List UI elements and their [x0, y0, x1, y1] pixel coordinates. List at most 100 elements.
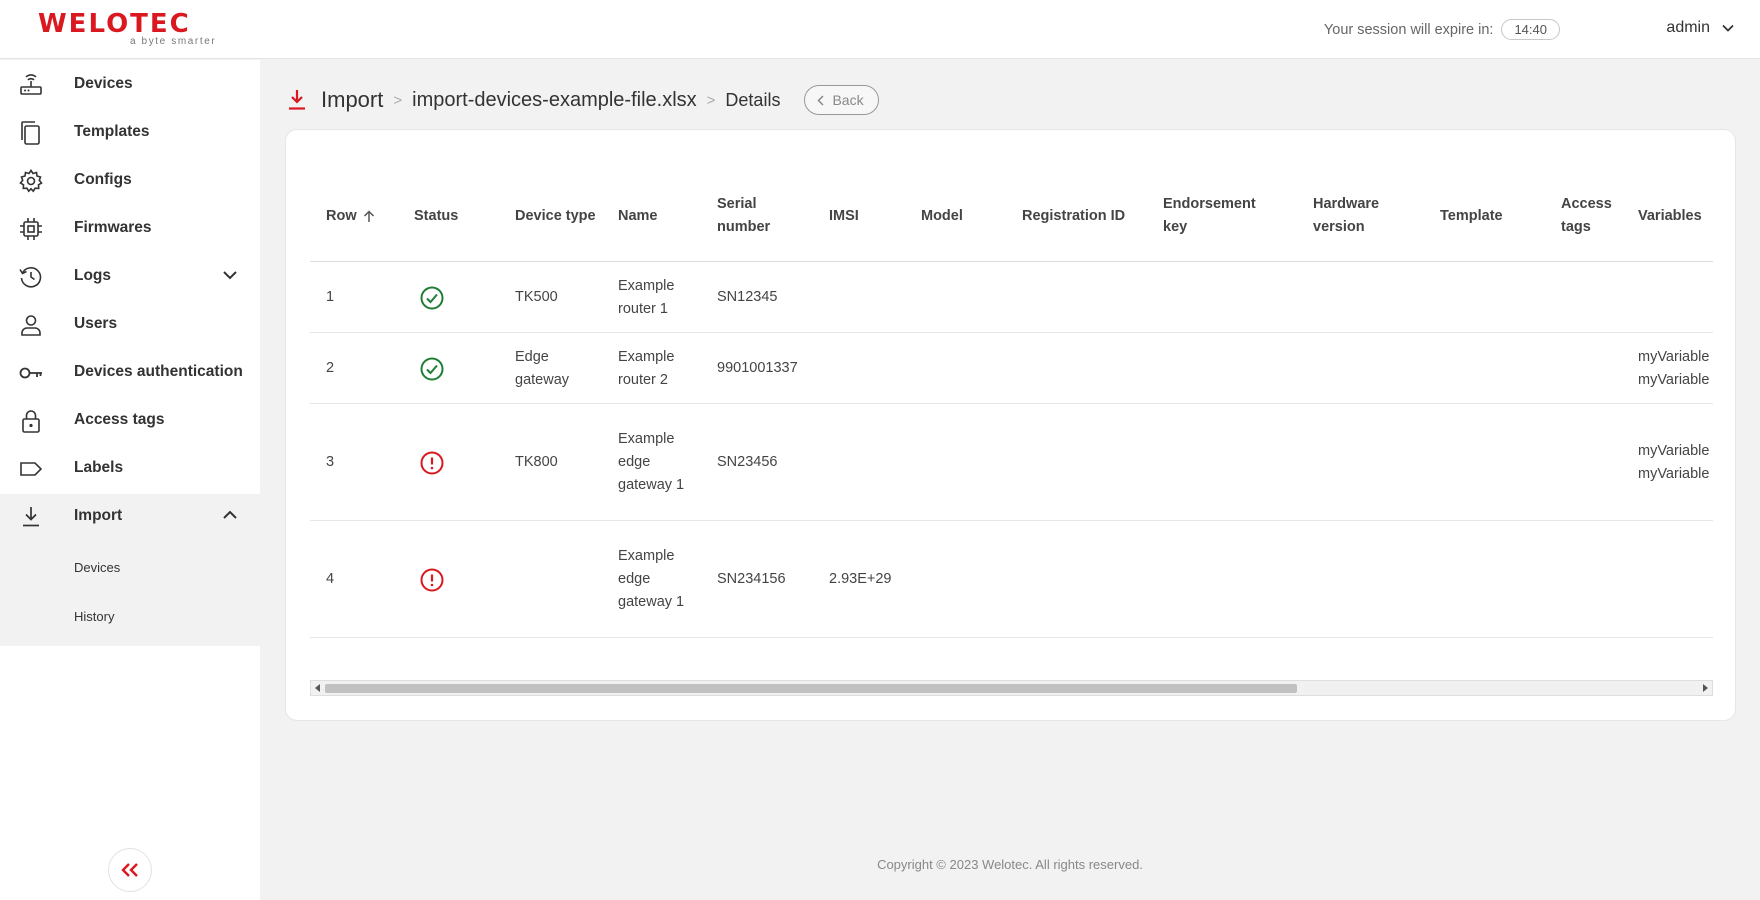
- cell-serial-number: SN23456: [717, 454, 778, 470]
- cell-serial-number: SN234156: [717, 571, 786, 587]
- breadcrumb-separator: >: [393, 91, 403, 109]
- sidebar-item-access-tags[interactable]: Access tags: [0, 396, 260, 444]
- sidebar-item-logs[interactable]: Logs: [0, 252, 260, 300]
- lock-icon: [22, 410, 40, 433]
- alert-circle-icon: [420, 451, 444, 474]
- label-icon: [20, 462, 43, 476]
- cell-row-number: 2: [326, 360, 335, 376]
- breadcrumb-import[interactable]: Import: [321, 87, 383, 113]
- cell-device-type: TK500: [515, 289, 558, 305]
- column-header-model[interactable]: Model: [921, 170, 1001, 262]
- cell-name: Example edge gateway 1: [618, 431, 685, 493]
- chevron-up-icon: [223, 510, 237, 519]
- session-expiry-label: Your session will expire in:: [1323, 21, 1494, 38]
- sidebar-item-devices-authentication[interactable]: Devices authentication: [0, 348, 260, 396]
- welotec-logo[interactable]: WELOTEC a byte smarter: [38, 10, 228, 50]
- collapse-sidebar-button[interactable]: [108, 848, 152, 892]
- sidebar-item-devices[interactable]: Devices: [0, 60, 260, 108]
- column-header-device-type[interactable]: Device type: [515, 170, 605, 262]
- cell-name: Example router 1: [618, 277, 675, 317]
- cell-serial-number: SN12345: [717, 289, 778, 305]
- sidebar-item-users[interactable]: Users: [0, 300, 260, 348]
- sidebar-item-label: Firmwares: [74, 219, 152, 236]
- session-timer-badge: 14:40: [1501, 19, 1560, 40]
- table-row[interactable]: 2 Edge gateway Example router 2 99010013…: [310, 333, 1713, 404]
- column-header-name[interactable]: Name: [618, 170, 708, 262]
- sidebar: Devices Templates Configs Firmwares Logs…: [0, 60, 260, 900]
- footer-copyright: Copyright © 2023 Welotec. All rights res…: [877, 857, 1143, 872]
- horizontal-scrollbar[interactable]: [310, 680, 1713, 696]
- download-icon: [289, 90, 305, 110]
- cell-row-number: 3: [326, 454, 335, 470]
- back-button[interactable]: Back: [804, 85, 879, 115]
- variable-name: myVariable: [1638, 465, 1710, 482]
- scroll-left-arrow[interactable]: [315, 684, 320, 692]
- chevron-down-icon: [1722, 24, 1734, 32]
- column-header-registration-id[interactable]: Registration ID: [1022, 170, 1132, 262]
- variable-name: myVariable: [1638, 348, 1710, 365]
- sidebar-item-label: Devices authentication: [74, 363, 243, 380]
- logo-wordmark: WELOTEC: [38, 9, 191, 39]
- sidebar-item-firmwares[interactable]: Firmwares: [0, 204, 260, 252]
- check-circle-icon: [420, 357, 444, 380]
- sidebar-item-label: Templates: [74, 123, 150, 140]
- cell-name: Example edge gateway 1: [618, 548, 685, 610]
- sidebar-item-label: Logs: [74, 267, 112, 284]
- column-header-endorsement-key[interactable]: Endorsement key: [1163, 170, 1283, 262]
- sidebar-subitem-import-devices[interactable]: Devices: [74, 560, 120, 575]
- table-row[interactable]: 3 TK800 Example edge gateway 1 SN23456 m…: [310, 404, 1713, 521]
- column-header-serial-number[interactable]: Serial number: [717, 170, 807, 262]
- sidebar-item-label: Devices: [74, 75, 133, 92]
- column-header-status[interactable]: Status: [414, 170, 504, 262]
- sidebar-item-templates[interactable]: Templates: [0, 108, 260, 156]
- cell-name: Example router 2: [618, 348, 675, 388]
- logo-tagline: a byte smarter: [130, 36, 217, 47]
- top-header: WELOTEC a byte smarter Your session will…: [0, 0, 1760, 59]
- cell-serial-number: 9901001337: [717, 360, 798, 376]
- cell-device-type: TK800: [515, 454, 558, 470]
- back-button-label: Back: [832, 92, 864, 108]
- column-header-imsi[interactable]: IMSI: [829, 170, 909, 262]
- sidebar-item-label: Import: [74, 507, 123, 524]
- sidebar-item-configs[interactable]: Configs: [0, 156, 260, 204]
- cell-row-number: 4: [326, 571, 335, 587]
- user-menu[interactable]: admin: [1666, 19, 1734, 37]
- breadcrumb-separator: >: [706, 91, 716, 109]
- column-header-row[interactable]: Row: [326, 170, 406, 262]
- column-header-hardware-version[interactable]: Hardware version: [1313, 170, 1413, 262]
- table-row[interactable]: 1 TK500 Example router 1 SN12345: [310, 262, 1713, 333]
- gear-icon: [19, 169, 43, 193]
- column-header-variables[interactable]: Variables: [1638, 170, 1713, 262]
- import-details-card: Row Status Device type Name Serial numbe…: [285, 129, 1736, 721]
- cell-row-number: 1: [326, 289, 335, 305]
- sidebar-item-label: Users: [74, 315, 118, 332]
- scroll-right-arrow[interactable]: [1703, 684, 1708, 692]
- router-icon: [20, 74, 42, 95]
- scrollbar-thumb[interactable]: [325, 684, 1297, 693]
- column-header-template[interactable]: Template: [1440, 170, 1540, 262]
- cell-status: [420, 404, 444, 521]
- sort-ascending-icon: [363, 209, 374, 222]
- cell-status: [420, 262, 444, 333]
- breadcrumb-file[interactable]: import-devices-example-file.xlsx: [412, 89, 697, 112]
- user-name: admin: [1666, 19, 1710, 36]
- alert-circle-icon: [420, 568, 444, 591]
- cell-device-type: Edge gateway: [515, 348, 570, 388]
- sidebar-item-label: Access tags: [74, 411, 165, 428]
- cell-imsi: 2.93E+29: [829, 571, 892, 587]
- sidebar-item-label: Configs: [74, 171, 132, 188]
- variable-name: myVariable: [1638, 371, 1710, 388]
- import-details-table: Row Status Device type Name Serial numbe…: [310, 170, 1713, 694]
- history-icon: [19, 267, 42, 288]
- double-chevron-left-icon: [121, 863, 138, 877]
- column-header-access-tags[interactable]: Access tags: [1561, 170, 1621, 262]
- sidebar-item-label: Labels: [74, 459, 124, 476]
- sidebar-item-labels[interactable]: Labels: [0, 444, 260, 492]
- key-icon: [19, 367, 42, 379]
- table-header: Row Status Device type Name Serial numbe…: [310, 170, 1713, 262]
- session-expiry: Your session will expire in: 14:40: [1324, 19, 1560, 40]
- table-row[interactable]: 4 Example edge gateway 1 SN234156 2.93E+…: [310, 521, 1713, 638]
- sidebar-item-import[interactable]: Import: [0, 492, 260, 540]
- sidebar-subitem-import-history[interactable]: History: [74, 609, 114, 624]
- check-circle-icon: [420, 286, 444, 309]
